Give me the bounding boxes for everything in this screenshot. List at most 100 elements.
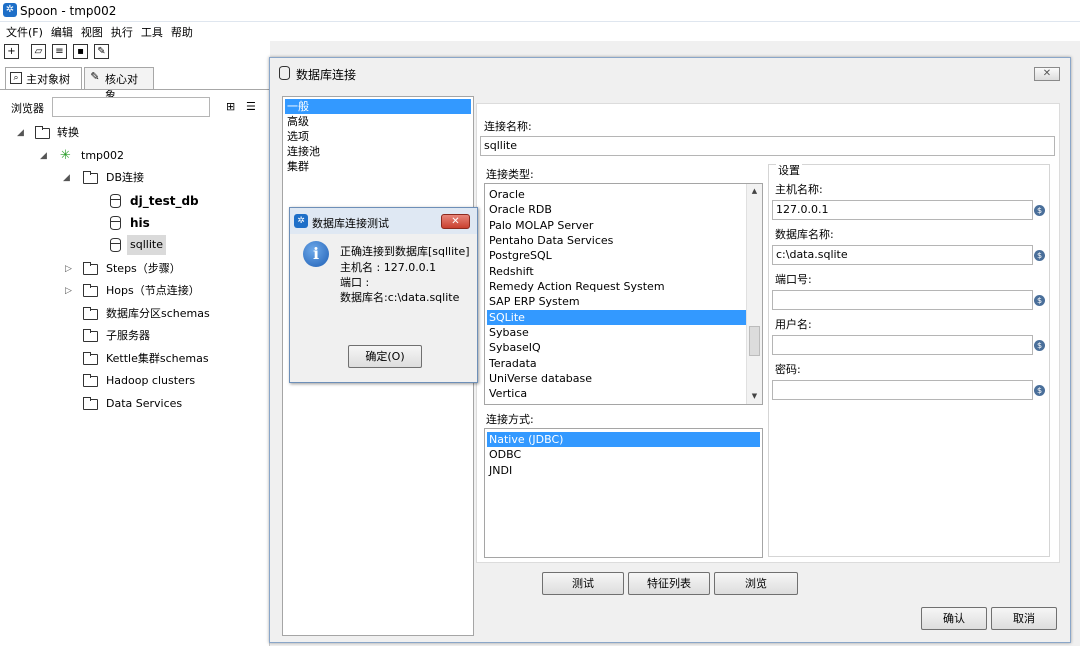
list-item[interactable]: JNDI: [487, 463, 760, 478]
list-item[interactable]: Sybase: [487, 325, 746, 340]
close-button[interactable]: ✕: [1034, 67, 1060, 81]
list-item[interactable]: Pentaho Data Services: [487, 233, 746, 248]
host-input[interactable]: 127.0.0.1: [772, 200, 1033, 220]
list-item[interactable]: SybaseIQ: [487, 340, 746, 355]
list-item[interactable]: Remedy Action Request System: [487, 279, 746, 294]
section-advanced[interactable]: 高级: [285, 114, 471, 129]
test-message-line: 主机名 : 127.0.0.1: [340, 261, 437, 274]
tree-item-db-dj-test-db[interactable]: dj_test_db: [0, 191, 270, 211]
explore-repository-icon[interactable]: ≡: [52, 44, 67, 59]
list-item[interactable]: Oracle: [487, 187, 746, 202]
test-button[interactable]: 测试: [542, 572, 624, 595]
explore-button[interactable]: 浏览: [714, 572, 798, 595]
scrollbar-thumb[interactable]: [749, 326, 760, 356]
connection-type-list[interactable]: Oracle Oracle RDB Palo MOLAP Server Pent…: [484, 183, 763, 405]
section-options[interactable]: 选项: [285, 129, 471, 144]
pencil-icon: ✎: [90, 70, 100, 83]
folder-icon: [35, 126, 50, 139]
port-label: 端口号:: [775, 273, 812, 286]
tree-item-hops[interactable]: ▷ Hops（节点连接）: [0, 281, 270, 301]
tree-label: sqllite: [127, 235, 166, 255]
section-clustering[interactable]: 集群: [285, 159, 471, 174]
list-item-selected[interactable]: SQLite: [487, 310, 746, 325]
tree-item-db-sqllite[interactable]: sqllite: [0, 235, 270, 255]
variable-icon[interactable]: $: [1034, 385, 1045, 396]
menu-file[interactable]: 文件(F): [0, 22, 47, 42]
list-item[interactable]: Oracle RDB: [487, 202, 746, 217]
scroll-down-arrow-icon[interactable]: ▼: [747, 389, 762, 404]
tree-item-tmp002[interactable]: ◢ ✳ tmp002: [0, 146, 270, 166]
tree-item-hadoop-clusters[interactable]: Hadoop clusters: [0, 371, 270, 391]
tree-label: 子服务器: [106, 329, 150, 342]
tree-item-kettle-cluster-schemas[interactable]: Kettle集群schemas: [0, 349, 270, 369]
tab-core-objects[interactable]: ✎ 核心对象: [84, 67, 154, 102]
ok-button[interactable]: 确认: [921, 607, 987, 630]
menu-view[interactable]: 视图: [77, 22, 107, 42]
transformation-icon: ✳: [60, 148, 71, 163]
port-input[interactable]: [772, 290, 1033, 310]
tab-divider: [0, 89, 270, 90]
variable-icon[interactable]: $: [1034, 205, 1045, 216]
list-item[interactable]: UniVerse database: [487, 371, 746, 386]
dialog-title-bar: 数据库连接 ✕: [270, 58, 1070, 88]
list-item-selected[interactable]: Native (JDBC): [487, 432, 760, 447]
database-icon: [110, 194, 121, 208]
folder-icon: [83, 307, 98, 320]
menu-edit[interactable]: 编辑: [47, 22, 77, 42]
list-item[interactable]: SAP ERP System: [487, 294, 746, 309]
tree-label: Kettle集群schemas: [106, 352, 209, 365]
tree-item-partition-schemas[interactable]: 数据库分区schemas: [0, 304, 270, 324]
list-item[interactable]: Palo MOLAP Server: [487, 218, 746, 233]
list-item[interactable]: Redshift: [487, 264, 746, 279]
menu-help[interactable]: 帮助: [167, 22, 197, 42]
database-name-input[interactable]: c:\data.sqlite: [772, 245, 1033, 265]
tree-label: DB连接: [106, 171, 145, 184]
expand-all-icon[interactable]: ⊞: [226, 100, 235, 113]
tree-item-db-connections[interactable]: ◢ DB连接: [0, 168, 270, 188]
expanded-arrow-icon: ◢: [17, 128, 24, 138]
access-method-list[interactable]: Native (JDBC) ODBC JNDI: [484, 428, 763, 558]
cancel-button[interactable]: 取消: [991, 607, 1057, 630]
tree-item-steps[interactable]: ▷ Steps（步骤）: [0, 259, 270, 279]
section-general[interactable]: 一般: [285, 99, 471, 114]
feature-list-button[interactable]: 特征列表: [628, 572, 710, 595]
list-item[interactable]: PostgreSQL: [487, 248, 746, 263]
folder-icon: [83, 352, 98, 365]
variable-icon[interactable]: $: [1034, 295, 1045, 306]
collapse-all-icon[interactable]: ☰: [246, 100, 256, 113]
variable-icon[interactable]: $: [1034, 250, 1045, 261]
vertical-scrollbar[interactable]: ▲ ▼: [746, 184, 762, 404]
main-title-bar: ✲ Spoon - tmp002: [0, 0, 1080, 22]
list-item[interactable]: Teradata: [487, 356, 746, 371]
scroll-up-arrow-icon[interactable]: ▲: [747, 184, 762, 199]
tree-item-db-his[interactable]: his: [0, 213, 270, 233]
folder-icon: [83, 397, 98, 410]
tree-item-transforms[interactable]: ◢ 转换: [0, 123, 270, 143]
tree-item-data-services[interactable]: Data Services: [0, 394, 270, 414]
tree-label: Hadoop clusters: [106, 374, 196, 387]
new-file-icon[interactable]: +: [4, 44, 19, 59]
browser-search-input[interactable]: [52, 97, 210, 117]
menu-run[interactable]: 执行: [107, 22, 137, 42]
connection-name-input[interactable]: sqllite: [480, 136, 1055, 156]
tree-item-slave-servers[interactable]: 子服务器: [0, 326, 270, 346]
section-pooling[interactable]: 连接池: [285, 144, 471, 159]
confirm-ok-button[interactable]: 确定(O): [348, 345, 422, 368]
save-icon[interactable]: ▪: [73, 44, 88, 59]
tab-main-tree[interactable]: ⌕ 主对象树: [5, 67, 82, 89]
test-message-line: 端口 :: [340, 276, 370, 289]
save-as-icon[interactable]: ✎: [94, 44, 109, 59]
tab-main-tree-label: 主对象树: [26, 73, 70, 86]
password-input[interactable]: [772, 380, 1033, 400]
menu-tools[interactable]: 工具: [137, 22, 167, 42]
test-dialog-title: 数据库连接测试: [312, 217, 389, 230]
variable-icon[interactable]: $: [1034, 340, 1045, 351]
password-label: 密码:: [775, 363, 801, 376]
tree-label: 数据库分区schemas: [106, 307, 210, 320]
list-item[interactable]: ODBC: [487, 447, 760, 462]
username-input[interactable]: [772, 335, 1033, 355]
expanded-arrow-icon: ◢: [63, 173, 70, 183]
open-file-icon[interactable]: ▱: [31, 44, 46, 59]
close-button[interactable]: ✕: [441, 214, 470, 229]
list-item[interactable]: Vertica: [487, 386, 746, 401]
